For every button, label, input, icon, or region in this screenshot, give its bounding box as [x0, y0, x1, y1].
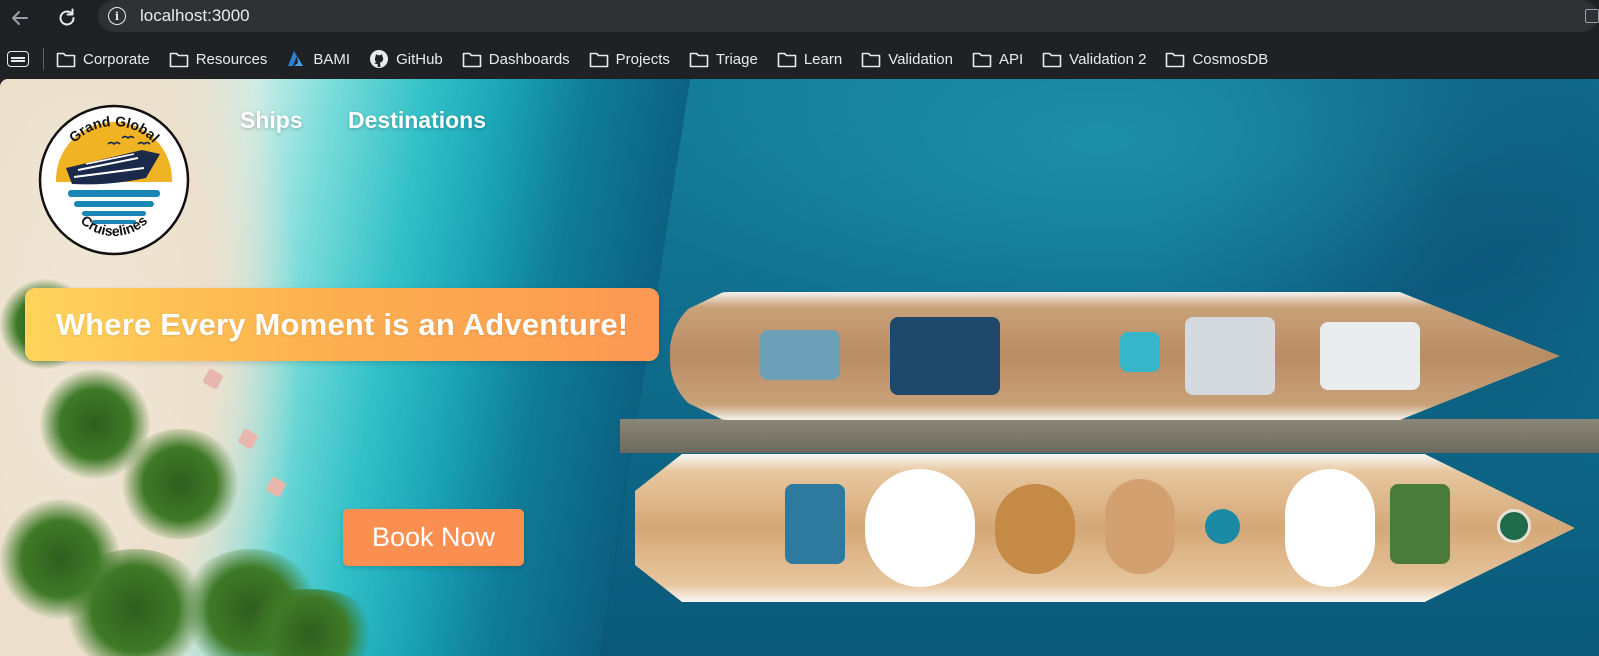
github-icon: [369, 49, 396, 69]
bookmark-bami[interactable]: BAMI: [286, 50, 350, 68]
nav-link-ships[interactable]: Ships: [240, 107, 303, 134]
bookmark-label: API: [998, 50, 1024, 68]
cruise-ship-upper: [670, 292, 1560, 420]
folder-icon: [589, 50, 616, 68]
hero-tagline: Where Every Moment is an Adventure!: [55, 306, 629, 342]
azure-icon: [286, 50, 313, 68]
deck-area: [1105, 479, 1175, 574]
sports-court: [785, 484, 845, 564]
bookmark-dashboards[interactable]: Dashboards: [462, 50, 570, 68]
sidebar-toggle-icon[interactable]: [7, 51, 29, 67]
bookmark-list: Corporate Resources BAMI GitHub Dashboards Pr…: [56, 49, 1287, 69]
cruise-ship-lower: [635, 454, 1575, 602]
bookmark-cosmosdb[interactable]: CosmosDB: [1165, 50, 1268, 68]
folder-icon: [861, 50, 888, 68]
bookmark-validation-2[interactable]: Validation 2: [1042, 50, 1146, 68]
hero-tagline-banner: Where Every Moment is an Adventure!: [25, 288, 659, 361]
bookmark-projects[interactable]: Projects: [589, 50, 670, 68]
folder-icon: [972, 50, 999, 68]
deck-area: [760, 330, 840, 380]
brand-logo[interactable]: Grand Global Cruiselines: [38, 104, 190, 256]
folder-icon: [462, 50, 489, 68]
pool: [1205, 509, 1240, 544]
bookmark-learn[interactable]: Learn: [777, 50, 842, 68]
folder-icon: [169, 50, 196, 68]
bookmark-label: Projects: [615, 50, 670, 68]
bookmark-validation[interactable]: Validation: [861, 50, 953, 68]
bookmark-triage[interactable]: Triage: [689, 50, 758, 68]
deck-area: [890, 317, 1000, 395]
deck-area: [1185, 317, 1275, 395]
bookmark-corporate[interactable]: Corporate: [56, 50, 150, 68]
beach-umbrella: [202, 368, 224, 390]
bookmark-api[interactable]: API: [972, 50, 1023, 68]
deck-area: [1390, 484, 1450, 564]
back-arrow-icon[interactable]: [6, 4, 34, 32]
hero-background-image: [0, 79, 1599, 656]
pool: [1120, 332, 1160, 372]
reload-icon[interactable]: [53, 4, 81, 32]
deck-area: [865, 469, 975, 587]
web-page: Grand Global Cruiselines Ships Destinati…: [0, 79, 1599, 656]
folder-icon: [689, 50, 716, 68]
book-now-button[interactable]: Book Now: [343, 509, 524, 566]
url-text[interactable]: localhost:3000: [140, 6, 250, 26]
folder-icon: [1165, 50, 1192, 68]
browser-toolbar: i localhost:3000: [0, 0, 1599, 36]
bookmark-label: Resources: [195, 50, 268, 68]
nav-link-destinations[interactable]: Destinations: [348, 107, 486, 134]
bookmark-resources[interactable]: Resources: [169, 50, 268, 68]
deck-area: [995, 484, 1075, 574]
bookmark-label: CosmosDB: [1192, 50, 1269, 68]
bookmark-github[interactable]: GitHub: [369, 49, 443, 69]
bookmark-label: BAMI: [313, 50, 351, 68]
deck-area: [1285, 469, 1375, 587]
folder-icon: [56, 50, 83, 68]
folder-icon: [1042, 50, 1069, 68]
beach-umbrella: [265, 476, 287, 498]
tab-search-icon[interactable]: [1585, 9, 1599, 23]
bookmark-label: Corporate: [83, 50, 150, 68]
bookmark-label: Validation: [888, 50, 953, 68]
bookmark-label: Validation 2: [1069, 50, 1147, 68]
pier: [620, 419, 1599, 453]
beach-umbrella: [237, 428, 259, 450]
folder-icon: [777, 50, 804, 68]
bookmarks-bar: Corporate Resources BAMI GitHub Dashboards Pr…: [0, 40, 1599, 78]
helipad: [1497, 509, 1531, 543]
bookmark-label: GitHub: [396, 50, 443, 68]
bookmark-label: Learn: [803, 50, 843, 68]
bookmark-label: Dashboards: [488, 50, 570, 68]
deck-area: [1320, 322, 1420, 390]
bookmarks-divider: [43, 48, 44, 70]
bookmark-label: Triage: [715, 50, 758, 68]
address-bar[interactable]: i localhost:3000: [98, 0, 1598, 32]
palm-tree: [120, 429, 240, 539]
site-info-icon[interactable]: i: [108, 7, 126, 25]
